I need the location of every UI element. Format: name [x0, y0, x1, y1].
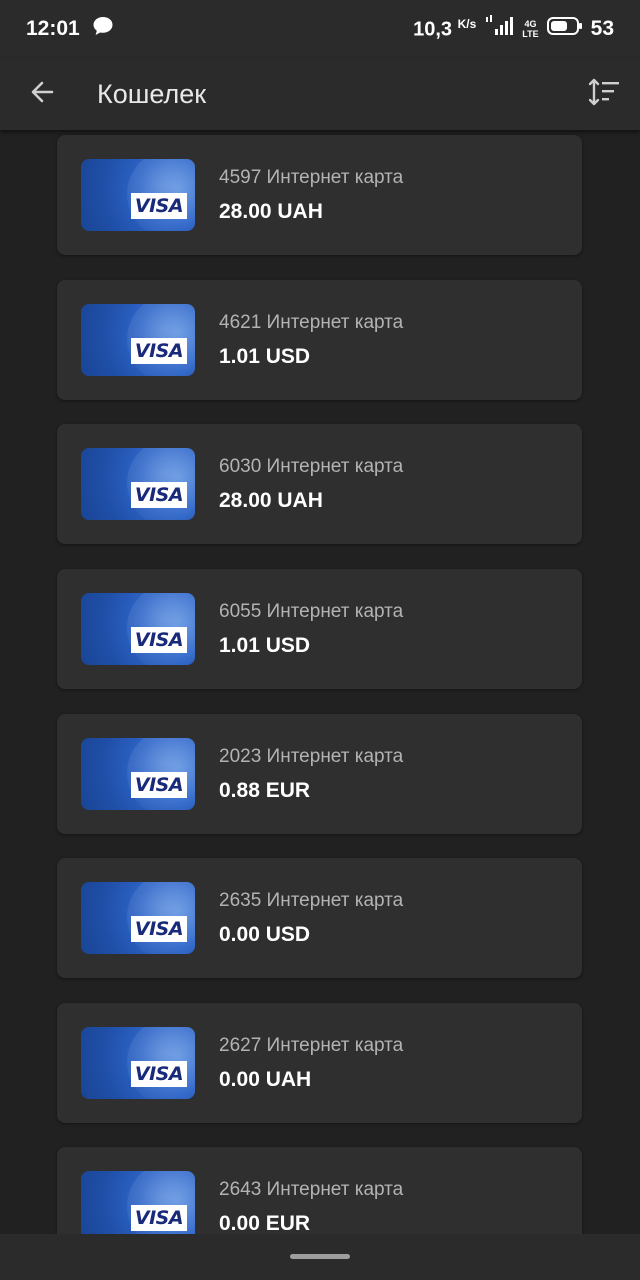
arrow-left-icon: [28, 78, 56, 111]
card-item[interactable]: VISA 6055 Интернет карта 1.01 USD: [57, 569, 582, 689]
card-item[interactable]: VISA 2023 Интернет карта 0.88 EUR: [57, 714, 582, 834]
card-item[interactable]: VISA 2635 Интернет карта 0.00 USD: [57, 858, 582, 978]
card-item[interactable]: VISA 4597 Интернет карта 28.00 UAH: [57, 135, 582, 255]
speed-unit: K/s: [457, 16, 477, 31]
battery-level: 53: [590, 17, 614, 40]
card-item[interactable]: VISA 2627 Интернет карта 0.00 UAH: [57, 1003, 582, 1123]
card-balance: 28.00 UAH: [219, 200, 323, 223]
card-item[interactable]: VISA 6030 Интернет карта 28.00 UAH: [57, 424, 582, 544]
card-name: 6055 Интернет карта: [219, 601, 404, 622]
visa-card-image: VISA: [81, 448, 195, 520]
status-time: 12:01: [26, 17, 80, 40]
visa-logo-icon: VISA: [131, 338, 187, 364]
home-gesture-handle[interactable]: [290, 1254, 350, 1259]
card-name: 6030 Интернет карта: [219, 456, 404, 477]
visa-logo-icon: VISA: [131, 1205, 187, 1231]
visa-logo-icon: VISA: [131, 772, 187, 798]
network-speed: 10,3 K/s: [413, 16, 477, 41]
card-name: 4597 Интернет карта: [219, 167, 404, 188]
visa-logo-icon: VISA: [131, 482, 187, 508]
card-name: 2627 Интернет карта: [219, 1035, 404, 1056]
visa-card-image: VISA: [81, 304, 195, 376]
chat-bubble-icon: [92, 16, 114, 42]
visa-card-image: VISA: [81, 1171, 195, 1234]
status-bar: 12:01 10,3 K/s 4G LTE 53: [0, 0, 640, 58]
card-balance: 0.00 EUR: [219, 1212, 311, 1234]
card-name: 4621 Интернет карта: [219, 312, 404, 333]
visa-logo-icon: VISA: [131, 1061, 187, 1087]
card-name: 2635 Интернет карта: [219, 890, 404, 911]
card-balance: 1.01 USD: [219, 345, 311, 368]
status-right: 10,3 K/s 4G LTE 53: [413, 15, 614, 43]
card-balance: 0.88 EUR: [219, 779, 311, 802]
app-bar: Кошелек: [0, 58, 640, 130]
status-left: 12:01: [26, 16, 114, 42]
sort-button[interactable]: [568, 58, 640, 130]
visa-card-image: VISA: [81, 159, 195, 231]
card-item[interactable]: VISA 4621 Интернет карта 1.01 USD: [57, 280, 582, 400]
visa-card-image: VISA: [81, 593, 195, 665]
card-name: 2023 Интернет карта: [219, 746, 404, 767]
visa-card-image: VISA: [81, 738, 195, 810]
sort-icon: [587, 77, 621, 112]
visa-logo-icon: VISA: [131, 916, 187, 942]
navigation-bar: [0, 1234, 640, 1280]
back-button[interactable]: [0, 58, 84, 130]
wallet-list[interactable]: VISA 4597 Интернет карта 28.00 UAH VISA …: [0, 130, 640, 1234]
card-balance: 1.01 USD: [219, 634, 311, 657]
card-name: 2643 Интернет карта: [219, 1179, 404, 1200]
page-title: Кошелек: [97, 78, 207, 109]
network-type-icon: 4G LTE: [522, 19, 539, 39]
battery-icon: [546, 16, 583, 42]
visa-card-image: VISA: [81, 1027, 195, 1099]
visa-logo-icon: VISA: [131, 627, 187, 653]
card-balance: 0.00 UAH: [219, 1068, 312, 1091]
signal-icon: [484, 15, 514, 43]
card-balance: 28.00 UAH: [219, 489, 323, 512]
card-item[interactable]: VISA 2643 Интернет карта 0.00 EUR: [57, 1147, 582, 1234]
visa-logo-icon: VISA: [131, 193, 187, 219]
visa-card-image: VISA: [81, 882, 195, 954]
card-balance: 0.00 USD: [219, 923, 311, 946]
